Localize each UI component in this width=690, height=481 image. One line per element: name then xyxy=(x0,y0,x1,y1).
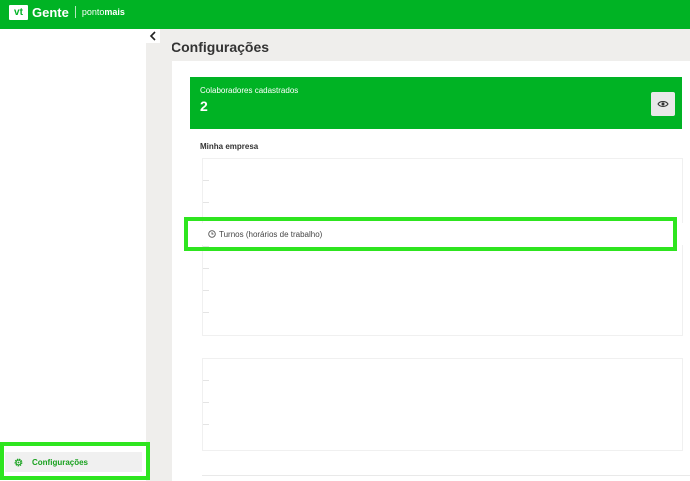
app-logo[interactable]: vt Gente pontomais xyxy=(9,4,125,20)
list-divider xyxy=(203,246,209,247)
sidebar xyxy=(0,29,146,481)
list-divider xyxy=(203,380,209,381)
top-bar: vt Gente pontomais xyxy=(0,0,690,29)
list-divider xyxy=(203,312,209,313)
toggle-visibility-button[interactable] xyxy=(651,92,675,116)
eye-icon xyxy=(657,101,669,107)
sidebar-item-configuracoes[interactable]: Configurações xyxy=(5,452,142,472)
gear-icon xyxy=(14,458,23,466)
bottom-divider xyxy=(202,475,690,476)
content-panel: Colaboradores cadastrados 2 Minha empres… xyxy=(172,61,690,481)
stat-label: Colaboradores cadastrados xyxy=(200,86,299,95)
brand-light: ponto xyxy=(81,7,105,17)
clock-icon xyxy=(208,230,216,238)
list-divider xyxy=(203,268,209,269)
page-title: Configurações xyxy=(171,39,270,55)
list-divider xyxy=(203,202,209,203)
section-title-minha-empresa: Minha empresa xyxy=(200,142,259,151)
main-content: Configurações Colaboradores cadastrados … xyxy=(160,29,690,481)
company-settings-list xyxy=(202,158,683,336)
turnos-label: Turnos (horários de trabalho) xyxy=(219,229,323,239)
logo-divider xyxy=(74,6,76,18)
vt-logo-mark: vt xyxy=(9,4,28,20)
logo-text: Gente xyxy=(32,4,69,20)
sidebar-item-label: Configurações xyxy=(32,457,89,467)
list-divider xyxy=(203,424,209,425)
list-divider xyxy=(203,180,209,181)
employees-stat-card: Colaboradores cadastrados 2 xyxy=(190,77,682,129)
brand-name: pontomais xyxy=(82,7,125,17)
list-divider xyxy=(203,402,209,403)
list-item-turnos[interactable]: Turnos (horários de trabalho) xyxy=(198,223,683,245)
settings-list-secondary xyxy=(202,358,683,451)
stat-value: 2 xyxy=(200,98,208,114)
collapse-sidebar-button[interactable] xyxy=(146,29,160,43)
chevron-left-icon xyxy=(149,31,156,41)
sidebar-gutter xyxy=(146,43,172,481)
list-divider xyxy=(203,290,209,291)
brand-bold: mais xyxy=(104,7,125,17)
